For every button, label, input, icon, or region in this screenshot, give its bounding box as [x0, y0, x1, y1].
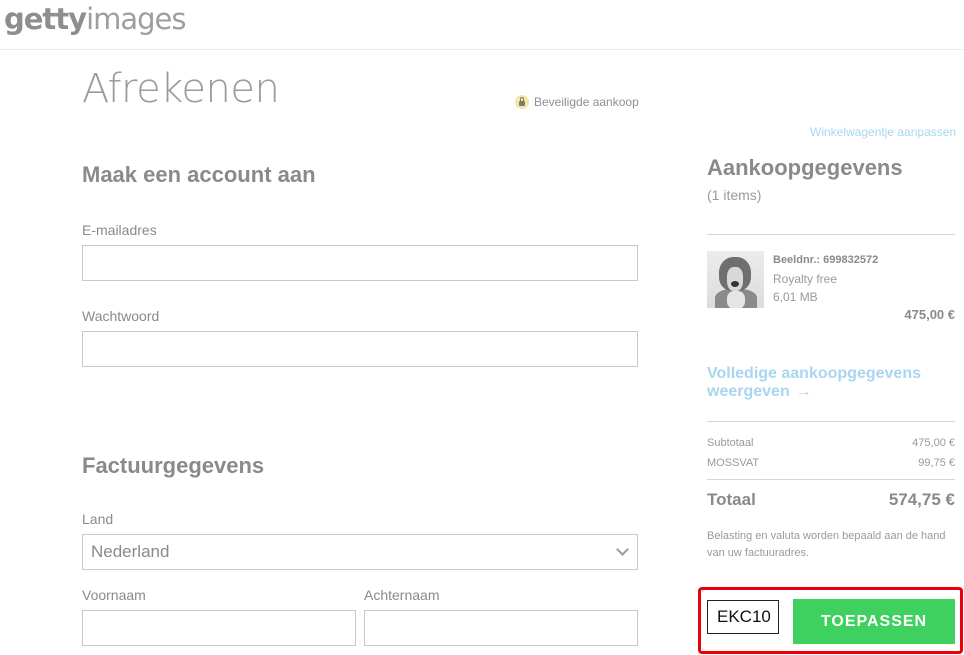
first-name-field[interactable]: [82, 610, 356, 646]
page-title: Afrekenen: [82, 66, 280, 112]
top-bar: gettyimages: [0, 0, 964, 50]
summary-heading: Aankoopgegevens: [707, 155, 903, 180]
divider: [707, 479, 955, 480]
email-field[interactable]: [82, 245, 638, 281]
promo-code-input[interactable]: EKC10: [707, 600, 779, 634]
total-label: Totaal: [707, 490, 756, 509]
apply-button[interactable]: TOEPASSEN: [793, 599, 955, 644]
secure-purchase-badge: Beveiligde aankoop: [515, 95, 639, 109]
last-name-label: Achternaam: [364, 587, 440, 603]
item-id: Beeldnr.: 699832572: [773, 254, 879, 266]
subtotal-row: Subtotaal 475,00 €: [707, 437, 955, 449]
vat-value: 99,75 €: [918, 457, 955, 469]
account-heading: Maak een account aan: [82, 162, 316, 187]
edit-cart-link[interactable]: Winkelwagentje aanpassen: [810, 125, 956, 139]
item-count: (1 items): [707, 187, 762, 203]
country-label: Land: [82, 511, 114, 527]
divider: [707, 234, 955, 235]
total-row: Totaal 574,75 €: [707, 490, 955, 510]
gettyimages-logo[interactable]: gettyimages: [4, 2, 187, 36]
country-selected-value: Nederland: [91, 542, 170, 561]
arrow-right-icon: →: [795, 383, 812, 400]
total-value: 574,75 €: [888, 490, 955, 509]
vat-label: MOSSVAT: [707, 457, 760, 469]
last-name-field[interactable]: [364, 610, 638, 646]
email-label: E-mailadres: [82, 222, 157, 238]
tax-currency-note: Belasting en valuta worden bepaald aan d…: [707, 530, 946, 559]
divider: [707, 421, 955, 422]
item-thumbnail: [707, 251, 764, 308]
first-name-label: Voornaam: [82, 587, 146, 603]
full-details-link[interactable]: Volledige aankoopgegevens weergeven →: [707, 365, 955, 401]
password-field[interactable]: [82, 331, 638, 367]
password-label: Wachtwoord: [82, 308, 160, 324]
country-select[interactable]: Nederland: [82, 534, 638, 570]
subtotal-label: Subtotaal: [707, 437, 754, 449]
lock-icon: [515, 95, 529, 109]
item-price: 475,00 €: [904, 307, 955, 322]
subtotal-value: 475,00 €: [912, 437, 955, 449]
vat-row: MOSSVAT 99,75 €: [707, 457, 955, 469]
item-license: Royalty free: [773, 272, 838, 286]
item-size: 6,01 MB: [773, 290, 818, 304]
billing-heading: Factuurgegevens: [82, 453, 265, 478]
chevron-down-icon: [616, 543, 629, 556]
secure-purchase-label: Beveiligde aankoop: [534, 95, 639, 109]
